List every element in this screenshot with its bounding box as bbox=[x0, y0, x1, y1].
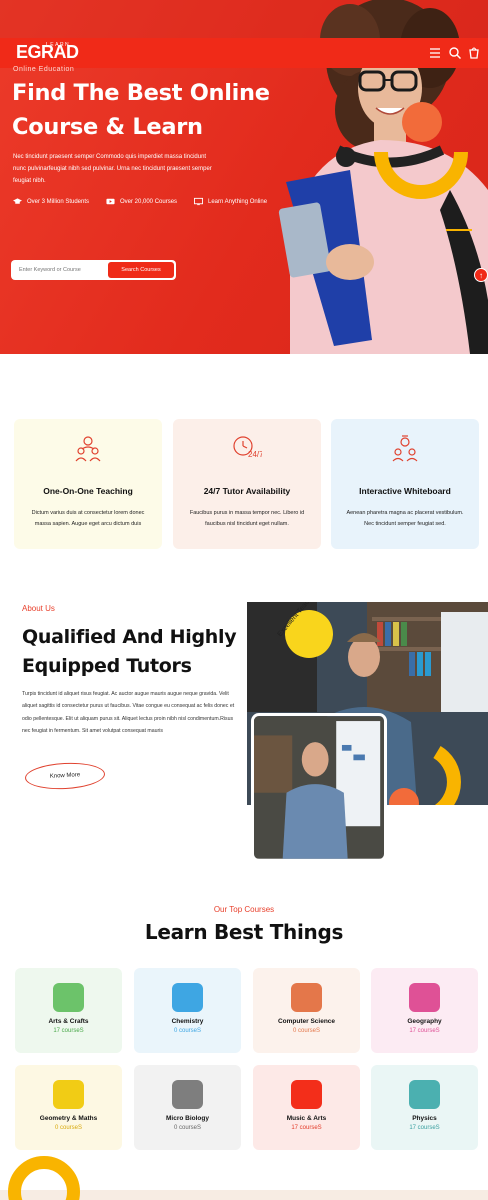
feature-title: Interactive Whiteboard bbox=[359, 486, 451, 496]
stat-students: Over 3 Million Students bbox=[13, 197, 89, 206]
feature-text: Dictum varius duis at consectetur lorem … bbox=[31, 510, 145, 527]
stat-learn: Learn Anything Online bbox=[194, 197, 267, 206]
course-name: Geography bbox=[407, 1018, 442, 1025]
decor-arc bbox=[8, 1156, 80, 1200]
courses-tag: Our Top Courses bbox=[213, 905, 275, 914]
courses-title: Learn Best Things bbox=[144, 920, 344, 944]
course-count: 17 courseS bbox=[291, 1125, 322, 1131]
course-card[interactable]: Chemistry 0 courseS bbox=[134, 968, 241, 1053]
tutor-photo-small bbox=[251, 713, 387, 862]
course-icon bbox=[409, 1080, 440, 1109]
course-count: 0 courseS bbox=[173, 1028, 201, 1034]
course-name: Geometry & Maths bbox=[39, 1115, 98, 1122]
course-name: Music & Arts bbox=[286, 1115, 327, 1122]
teacher-icon bbox=[75, 436, 101, 462]
course-name: Chemistry bbox=[171, 1018, 204, 1025]
feature-card-one-on-one: One-On-One Teaching Dictum varius duis a… bbox=[14, 419, 162, 549]
about-text: Turpis tincidunt id aliquet risus feugia… bbox=[22, 691, 235, 735]
course-card[interactable]: Geometry & Maths 0 courseS bbox=[15, 1065, 122, 1150]
hero-section: LEARN EGRAD Online Education Find The Be… bbox=[0, 0, 488, 354]
course-count: 17 courseS bbox=[409, 1028, 440, 1034]
course-icon bbox=[172, 983, 203, 1012]
search-courses-button[interactable]: Search Courses bbox=[108, 262, 174, 278]
course-icon bbox=[53, 983, 84, 1012]
course-name: Micro Biology bbox=[166, 1115, 209, 1122]
stat-label: Over 3 Million Students bbox=[27, 198, 90, 205]
feature-card-tutor-availability: 24/7 24/7 Tutor Availability Faucibus pu… bbox=[173, 419, 321, 549]
stat-label: Over 20,000 Courses bbox=[120, 198, 178, 205]
course-count: 0 courseS bbox=[292, 1028, 320, 1034]
feature-card-whiteboard: Interactive Whiteboard Aenean pharetra m… bbox=[331, 419, 479, 549]
course-count: 0 courseS bbox=[173, 1125, 201, 1131]
feature-text: Aenean pharetra magna ac placerat vestib… bbox=[346, 510, 464, 527]
course-icon bbox=[172, 1080, 203, 1109]
course-card[interactable]: Geography 17 courseS bbox=[371, 968, 478, 1053]
search-input[interactable] bbox=[13, 267, 108, 273]
stat-courses: Over 20,000 Courses bbox=[106, 197, 177, 206]
course-name: Physics bbox=[412, 1115, 437, 1122]
course-card[interactable]: Physics 17 courseS bbox=[371, 1065, 478, 1150]
svg-text:24/7: 24/7 bbox=[248, 450, 262, 459]
hero-eyebrow: Online Education bbox=[13, 66, 75, 73]
course-count: 17 courseS bbox=[53, 1028, 84, 1034]
cart-icon[interactable] bbox=[467, 46, 481, 60]
site-header: LEARN EGRAD bbox=[0, 38, 488, 68]
clock-24-icon: 24/7 bbox=[233, 436, 264, 459]
logo-tagline: LEARN bbox=[46, 42, 71, 48]
scroll-top-button[interactable]: ↑ bbox=[474, 268, 488, 282]
feature-title: 24/7 Tutor Availability bbox=[203, 486, 291, 496]
about-tag: About Us bbox=[22, 604, 55, 613]
feature-title: One-On-One Teaching bbox=[43, 486, 133, 496]
feature-text: Faucibus purus in massa tempor nec. Libe… bbox=[189, 510, 305, 527]
course-count: 17 courseS bbox=[409, 1125, 440, 1131]
stat-label: Learn Anything Online bbox=[208, 198, 268, 205]
course-icon bbox=[291, 983, 322, 1012]
about-title: Qualified And Highly Equipped Tutors bbox=[22, 626, 237, 677]
course-card[interactable]: Arts & Crafts 17 courseS bbox=[15, 968, 122, 1053]
course-icon bbox=[53, 1080, 84, 1109]
course-card[interactable]: Computer Science 0 courseS bbox=[253, 968, 360, 1053]
graduation-cap-icon bbox=[13, 198, 22, 204]
menu-icon[interactable] bbox=[428, 46, 442, 60]
hero-title: Find The Best Online Course & Learn bbox=[12, 80, 270, 140]
monitor-icon bbox=[194, 197, 203, 206]
course-name: Computer Science bbox=[277, 1018, 336, 1025]
course-count: 0 courseS bbox=[54, 1125, 82, 1131]
arrow-up-icon: ↑ bbox=[479, 270, 483, 280]
course-name: Arts & Crafts bbox=[48, 1018, 89, 1025]
course-card[interactable]: Music & Arts 17 courseS bbox=[253, 1065, 360, 1150]
course-icon bbox=[291, 1080, 322, 1109]
search-icon[interactable] bbox=[448, 46, 462, 60]
video-icon bbox=[106, 198, 115, 205]
hero-description: Nec tincidunt praesent semper Commodo qu… bbox=[13, 154, 212, 184]
course-card[interactable]: Micro Biology 0 courseS bbox=[134, 1065, 241, 1150]
course-search-form: Search Courses bbox=[11, 260, 176, 280]
whiteboard-icon bbox=[392, 435, 418, 462]
course-icon bbox=[409, 983, 440, 1012]
site-logo[interactable]: LEARN EGRAD bbox=[16, 42, 79, 63]
know-more-button[interactable]: Know More bbox=[24, 760, 106, 792]
